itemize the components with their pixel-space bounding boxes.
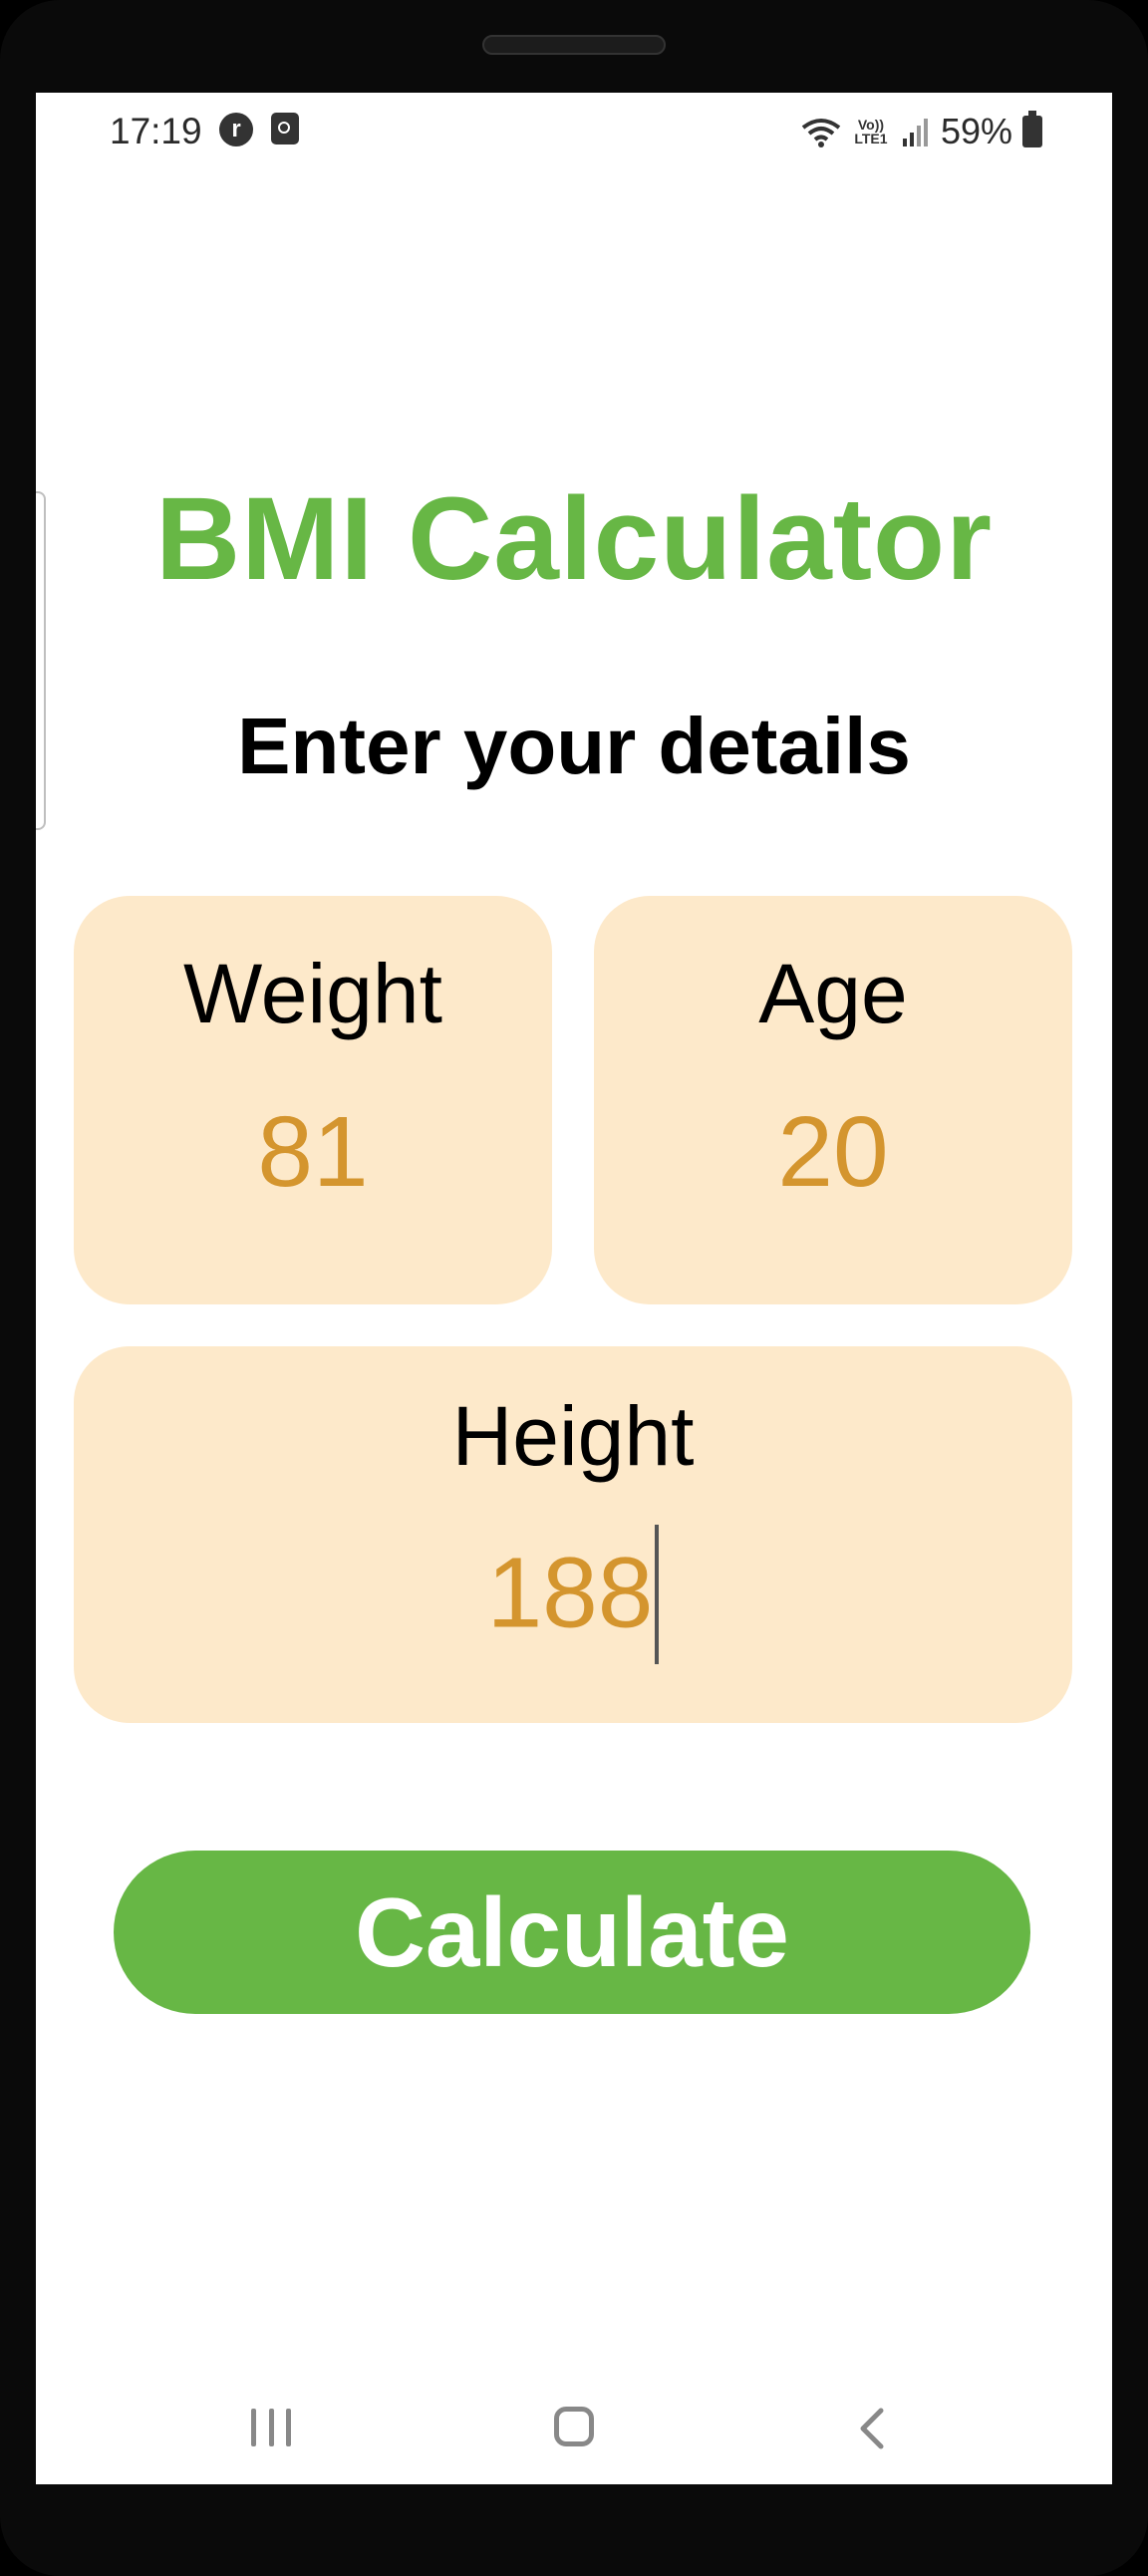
recent-apps-icon[interactable] [251,2409,291,2448]
status-time: 17:19 [110,111,202,151]
height-input[interactable]: 188 [74,1525,1072,1670]
signal-icon [902,119,928,146]
battery-percent: 59% [940,111,1012,151]
age-input[interactable]: 20 [594,1095,1072,1210]
calculate-button[interactable]: Calculate [114,1851,1030,2014]
alarm-icon [271,113,299,144]
notification-r-icon: r [219,113,253,146]
wifi-icon [801,119,841,147]
weight-input[interactable]: 81 [74,1095,552,1210]
phone-frame: 17:19 r Vo)) LTE1 59% BMI Calculator Ent… [0,0,1148,2576]
weight-label: Weight [183,947,442,1040]
battery-icon [1022,111,1042,147]
height-label: Height [451,1389,695,1483]
network-type-label: Vo)) LTE1 [854,117,888,146]
details-subtitle: Enter your details [237,702,911,790]
height-value: 188 [486,1537,654,1649]
status-right-group: Vo)) LTE1 59% [801,107,1042,156]
status-bar: 17:19 r Vo)) LTE1 59% [36,93,1112,172]
app-title: BMI Calculator [154,473,994,605]
height-card[interactable]: Height 188 [74,1346,1072,1723]
home-icon[interactable] [554,2407,594,2446]
text-cursor [655,1525,660,1664]
age-card[interactable]: Age 20 [594,896,1072,1304]
back-icon[interactable] [853,2407,893,2450]
age-label: Age [758,947,908,1040]
phone-speaker [482,35,666,55]
weight-card[interactable]: Weight 81 [74,896,552,1304]
app-screen: 17:19 r Vo)) LTE1 59% BMI Calculator Ent… [36,93,1112,2484]
navigation-bar [36,2385,1112,2484]
